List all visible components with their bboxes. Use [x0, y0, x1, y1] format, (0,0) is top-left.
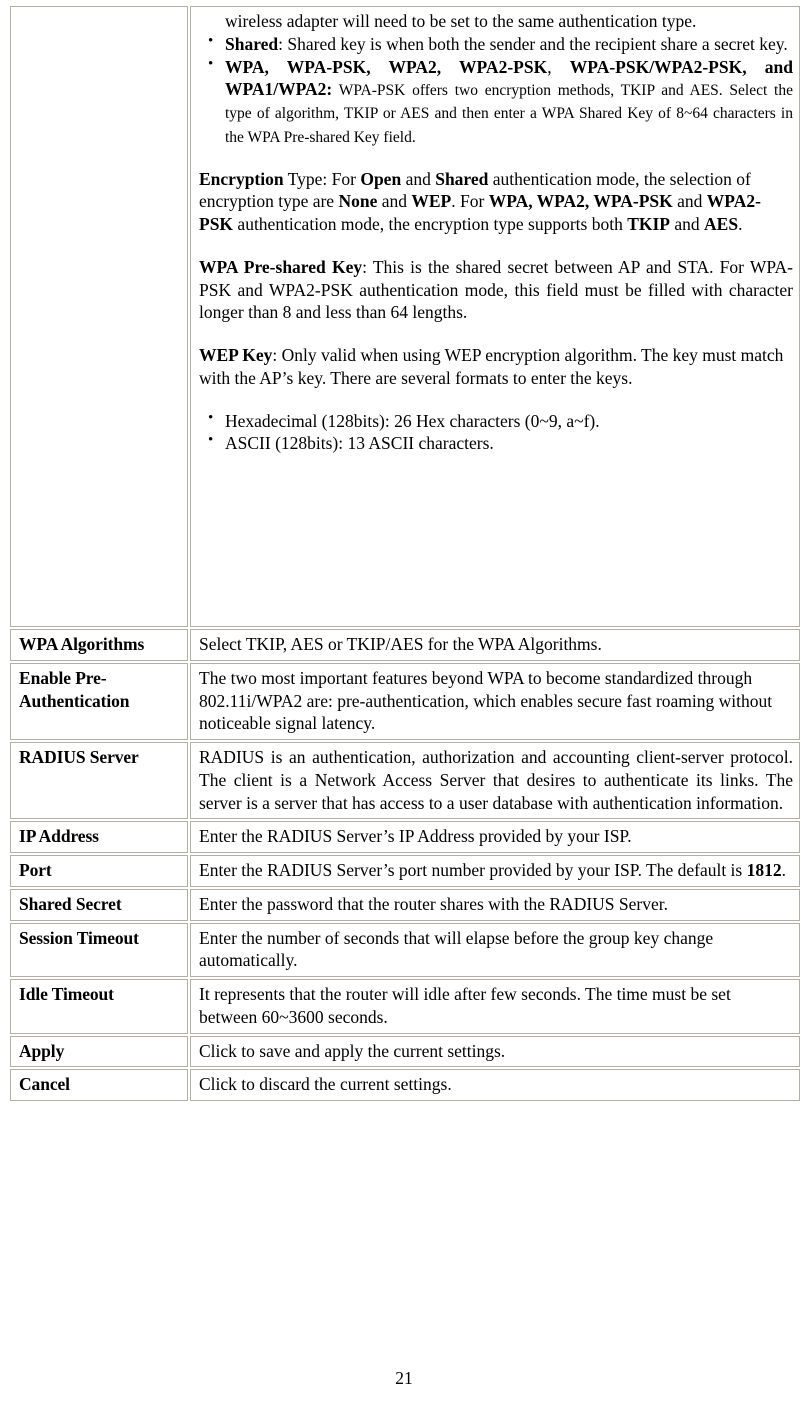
encryption-term: Encryption [199, 168, 284, 189]
desc-cancel: Click to discard the current settings. [190, 1069, 800, 1101]
label-session-timeout: Session Timeout [10, 922, 188, 977]
encryption-term-shared: Shared [435, 168, 489, 189]
table-row-wpa-algorithms: WPA Algorithms Select TKIP, AES or TKIP/… [10, 629, 800, 661]
list-item-shared: Shared: Shared key is when both the send… [199, 32, 793, 56]
desc-ip-address: Enter the RADIUS Server’s IP Address pro… [190, 821, 800, 853]
table-row-cancel: Cancel Click to discard the current sett… [10, 1069, 800, 1101]
desc-session-timeout: Enter the number of seconds that will el… [190, 922, 800, 977]
encryption-term-open: Open [360, 168, 402, 189]
label-radius-server: RADIUS Server [10, 742, 188, 820]
encryption-text-5: . For [451, 191, 489, 212]
table-row-enable-pre-authentication: Enable Pre-Authentication The two most i… [10, 662, 800, 740]
label-ip-address: IP Address [10, 821, 188, 853]
wep-key-format-list: Hexadecimal (128bits): 26 Hex characters… [199, 409, 793, 456]
table-row-radius-server: RADIUS Server RADIUS is an authenticatio… [10, 742, 800, 820]
table-row-shared-secret: Shared Secret Enter the password that th… [10, 888, 800, 921]
wpa-preshared-key-paragraph: WPA Pre-shared Key: This is the shared s… [199, 256, 793, 324]
desc-port: Enter the RADIUS Server’s port number pr… [190, 855, 800, 887]
label-wpa-algorithms: WPA Algorithms [10, 629, 188, 661]
authentication-bullet-list: Shared: Shared key is when both the send… [199, 32, 793, 148]
label-enable-pre-authentication: Enable Pre-Authentication [10, 662, 188, 740]
list-item-wpa: WPA, WPA-PSK, WPA2, WPA2-PSK, WPA-PSK/WP… [199, 54, 793, 148]
encryption-text-9: . [738, 214, 743, 235]
encryption-text-8: and [670, 214, 705, 235]
label-apply: Apply [10, 1035, 188, 1068]
label-shared-secret: Shared Secret [10, 888, 188, 921]
desc-enable-pre-authentication: The two most important features beyond W… [190, 662, 800, 740]
encryption-text-1: Type: For [283, 168, 361, 189]
desc-apply: Click to save and apply the current sett… [190, 1035, 800, 1068]
continued-sentence: wireless adapter will need to be set to … [225, 11, 697, 31]
page-number: 21 [395, 1368, 413, 1388]
encryption-term-none: None [338, 191, 378, 212]
document-page: wireless adapter will need to be set to … [0, 0, 808, 1412]
table-row-session-timeout: Session Timeout Enter the number of seco… [10, 922, 800, 977]
table-row: wireless adapter will need to be set to … [10, 6, 800, 627]
encryption-term-wep: WEP [411, 191, 452, 212]
table-row-ip-address: IP Address Enter the RADIUS Server’s IP … [10, 821, 800, 853]
settings-description-table: wireless adapter will need to be set to … [8, 4, 802, 1103]
encryption-text-2: and [401, 168, 436, 189]
label-cell-empty [10, 6, 188, 627]
desc-port-text: Enter the RADIUS Server’s port number pr… [199, 860, 747, 880]
wep-key-paragraph: WEP Key: Only valid when using WEP encry… [199, 344, 793, 390]
wpa-preshared-term: WPA Pre-shared Key [199, 256, 363, 277]
intro-description-cell: wireless adapter will need to be set to … [190, 6, 800, 627]
desc-idle-timeout: It represents that the router will idle … [190, 979, 800, 1034]
encryption-text-4: and [377, 191, 412, 212]
label-port: Port [10, 855, 188, 887]
list-item-hexadecimal: Hexadecimal (128bits): 26 Hex characters… [199, 409, 793, 433]
encryption-type-paragraph: Encryption Type: For Open and Shared aut… [199, 168, 793, 236]
encryption-term-aes: AES [704, 214, 739, 235]
desc-port-default-value: 1812 [746, 860, 782, 880]
bullet-term-wpa-a: WPA, WPA-PSK, WPA2, WPA2-PSK [225, 56, 548, 77]
desc-port-period: . [781, 860, 786, 880]
label-cancel: Cancel [10, 1069, 188, 1101]
encryption-text-6: and [672, 191, 707, 212]
bullet-term-shared: Shared [225, 33, 279, 54]
list-item-ascii: ASCII (128bits): 13 ASCII characters. [199, 431, 793, 455]
bullet-text-shared: : Shared key is when both the sender and… [278, 33, 788, 54]
wep-key-text: : Only valid when using WEP encryption a… [199, 345, 784, 388]
encryption-term-tkip: TKIP [627, 214, 670, 235]
table-row-apply: Apply Click to save and apply the curren… [10, 1035, 800, 1068]
bullet-term-wpa-sep: , [547, 56, 570, 77]
label-idle-timeout: Idle Timeout [10, 979, 188, 1034]
desc-radius-server: RADIUS is an authentication, authorizati… [190, 742, 800, 820]
encryption-text-7: authentication mode, the encryption type… [233, 214, 628, 235]
encryption-term-wpa-list: WPA, WPA2, WPA-PSK [488, 191, 673, 212]
table-row-idle-timeout: Idle Timeout It represents that the rout… [10, 979, 800, 1034]
table-row-port: Port Enter the RADIUS Server’s port numb… [10, 855, 800, 887]
wep-key-term: WEP Key [199, 345, 273, 366]
desc-wpa-algorithms: Select TKIP, AES or TKIP/AES for the WPA… [190, 629, 800, 661]
desc-shared-secret: Enter the password that the router share… [190, 888, 800, 921]
